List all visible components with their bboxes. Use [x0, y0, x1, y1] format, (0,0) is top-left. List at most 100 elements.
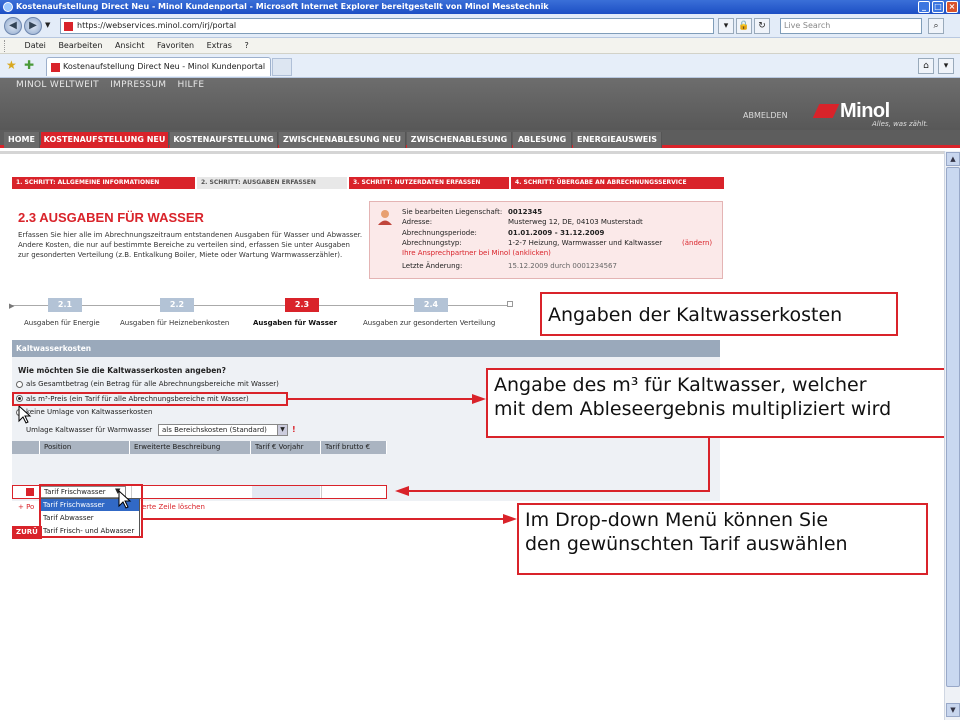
- menu-ansicht[interactable]: Ansicht: [110, 38, 150, 54]
- nav-home[interactable]: HOME: [4, 132, 40, 148]
- progress-start-icon: ▶: [9, 302, 15, 310]
- url-field[interactable]: https://webservices.minol.com/irj/portal: [60, 18, 714, 34]
- url-text: https://webservices.minol.com/irj/portal: [77, 21, 237, 30]
- search-icon[interactable]: ⌕: [928, 18, 944, 34]
- menu-bearbeiten[interactable]: Bearbeiten: [53, 38, 107, 54]
- arrow-line-vertical: [708, 438, 710, 492]
- new-tab-button[interactable]: [272, 58, 292, 76]
- contact-link[interactable]: Ihre Ansprechpartner bei Minol (anklicke…: [402, 249, 551, 257]
- radio-gesamtbetrag[interactable]: [16, 381, 23, 388]
- step-1[interactable]: 1. SCHRITT: ALLGEMEINE INFORMATIONEN: [12, 177, 195, 189]
- vertical-scrollbar[interactable]: ▲ ▼: [944, 151, 960, 720]
- page-title: 2.3 AUSGABEN FÜR WASSER: [18, 210, 204, 225]
- back-button[interactable]: ZURÜ: [12, 526, 42, 539]
- umlage-label: Umlage Kaltwasser für Warmwasser: [26, 426, 153, 434]
- beschreibung-input[interactable]: [131, 486, 251, 498]
- portal-header: MINOL WELTWEIT IMPRESSUM HILFE ABMELDEN …: [0, 78, 960, 130]
- progress-end-icon: [507, 301, 513, 307]
- lock-icon[interactable]: 🔒: [736, 18, 752, 34]
- arrow-head-icon: [472, 394, 486, 404]
- history-dropdown-icon[interactable]: ▼: [45, 21, 50, 29]
- highlight-dropdown: [39, 484, 143, 538]
- label-property: Sie bearbeiten Liegenschaft:: [402, 208, 503, 216]
- label-address: Adresse:: [402, 218, 433, 226]
- callout-dropdown-line2: den gewünschten Tarif auswählen: [525, 533, 848, 555]
- scroll-up-icon[interactable]: ▲: [946, 152, 960, 166]
- scroll-down-icon[interactable]: ▼: [946, 703, 960, 717]
- label-last-change: Letzte Änderung:: [402, 262, 463, 270]
- nav-kostenaufstellung-neu[interactable]: KOSTENAUFSTELLUNG NEU: [41, 132, 169, 148]
- scroll-thumb[interactable]: [946, 167, 960, 687]
- page-intro: Erfassen Sie hier alle im Abrechnungszei…: [18, 231, 363, 259]
- window-title-bar: Kostenaufstellung Direct Neu - Minol Kun…: [0, 0, 960, 14]
- search-input[interactable]: Live Search: [780, 18, 922, 34]
- col-select: [12, 441, 40, 454]
- info-icon[interactable]: !: [292, 425, 299, 434]
- link-hilfe[interactable]: HILFE: [178, 80, 205, 90]
- logout-link[interactable]: ABMELDEN: [743, 111, 788, 120]
- home-icon[interactable]: ⌂: [918, 58, 934, 74]
- link-minol-weltweit[interactable]: MINOL WELTWEIT: [16, 80, 99, 90]
- forward-button[interactable]: ▶: [24, 17, 42, 35]
- callout-m3-line1: Angabe des m³ für Kaltwasser, welcher: [494, 374, 867, 396]
- property-number: 0012345: [508, 208, 543, 216]
- feeds-dropdown-icon[interactable]: ▾: [938, 58, 954, 74]
- progress-step-2-3[interactable]: 2.3: [285, 298, 319, 312]
- change-link[interactable]: (ändern): [682, 239, 712, 247]
- maximize-button[interactable]: □: [932, 1, 944, 13]
- nav-zwischenablesung[interactable]: ZWISCHENABLESUNG: [407, 132, 512, 148]
- tabs-bar: ★ ✚ Kostenaufstellung Direct Neu - Minol…: [0, 54, 960, 78]
- progress-label-2-3: Ausgaben für Wasser: [253, 319, 338, 327]
- chevron-down-icon[interactable]: ▼: [277, 425, 287, 435]
- arrow-line-row: [408, 490, 710, 492]
- delete-row-link[interactable]: erte Zeile löschen: [142, 503, 205, 511]
- menu-help[interactable]: ?: [239, 38, 253, 54]
- menu-datei[interactable]: Datei: [20, 38, 51, 54]
- back-button[interactable]: ◀: [4, 17, 22, 35]
- col-tarif-vorjahr: Tarif € Vorjahr: [251, 441, 321, 454]
- menu-extras[interactable]: Extras: [202, 38, 237, 54]
- ie-logo-icon: [3, 2, 13, 12]
- option-gesamtbetrag[interactable]: als Gesamtbetrag (ein Betrag für alle Ab…: [26, 380, 279, 388]
- callout-m3-line2: mit dem Ableseergebnis multipliziert wir…: [494, 398, 892, 420]
- tab-title: Kostenaufstellung Direct Neu - Minol Kun…: [63, 62, 266, 71]
- callout-dropdown: Im Drop-down Menü können Sie den gewünsc…: [517, 503, 928, 575]
- arrow-line-dropdown: [143, 518, 505, 520]
- step-4[interactable]: 4. SCHRITT: ÜBERGABE AN ABRECHNUNGSSERVI…: [511, 177, 724, 189]
- minimize-button[interactable]: _: [918, 1, 930, 13]
- question-label: Wie möchten Sie die Kaltwasserkosten ang…: [18, 366, 226, 375]
- refresh-icon[interactable]: ↻: [754, 18, 770, 34]
- arrow-line-m3: [288, 398, 474, 400]
- label-period: Abrechnungsperiode:: [402, 229, 477, 237]
- nav-energieausweis[interactable]: ENERGIEAUSWEIS: [573, 132, 662, 148]
- favorites-star-icon[interactable]: ★: [6, 58, 17, 72]
- row-select-checkbox[interactable]: [26, 488, 34, 496]
- col-tarif-brutto: Tarif brutto €: [321, 441, 387, 454]
- step-3[interactable]: 3. SCHRITT: NUTZERDATEN ERFASSEN: [349, 177, 509, 189]
- callout-dropdown-line1: Im Drop-down Menü können Sie: [525, 509, 829, 531]
- add-favorites-icon[interactable]: ✚: [24, 58, 34, 72]
- tarif-brutto-input[interactable]: [321, 486, 386, 498]
- link-impressum[interactable]: IMPRESSUM: [110, 80, 166, 90]
- callout-kaltwasserkosten: Angaben der Kaltwasserkosten: [540, 292, 898, 336]
- close-window-button[interactable]: ×: [946, 1, 958, 13]
- progress-label-2-2: Ausgaben für Heiznebenkosten: [120, 319, 230, 327]
- browser-tab[interactable]: Kostenaufstellung Direct Neu - Minol Kun…: [46, 57, 271, 76]
- url-dropdown-icon[interactable]: ▾: [718, 18, 734, 34]
- nav-zwischenablesung-neu[interactable]: ZWISCHENABLESUNG NEU: [279, 132, 406, 148]
- col-position: Position: [40, 441, 130, 454]
- menu-favoriten[interactable]: Favoriten: [152, 38, 199, 54]
- col-beschreibung: Erweiterte Beschreibung: [130, 441, 251, 454]
- nav-kostenaufstellung[interactable]: KOSTENAUFSTELLUNG: [170, 132, 278, 148]
- umlage-select[interactable]: als Bereichskosten (Standard) ▼: [158, 424, 288, 436]
- add-position-link[interactable]: + Po: [18, 503, 34, 511]
- toolbar-grip: [4, 40, 15, 52]
- progress-step-2-2[interactable]: 2.2: [160, 298, 194, 312]
- option-keine-umlage[interactable]: keine Umlage von Kaltwasserkosten: [26, 408, 152, 416]
- progress-step-2-4[interactable]: 2.4: [414, 298, 448, 312]
- progress-step-2-1[interactable]: 2.1: [48, 298, 82, 312]
- nav-ablesung[interactable]: ABLESUNG: [513, 132, 572, 148]
- umlage-value: als Bereichskosten (Standard): [162, 426, 267, 434]
- arrow-head-icon: [503, 514, 517, 524]
- step-2[interactable]: 2. SCHRITT: AUSGABEN ERFASSEN: [197, 177, 347, 189]
